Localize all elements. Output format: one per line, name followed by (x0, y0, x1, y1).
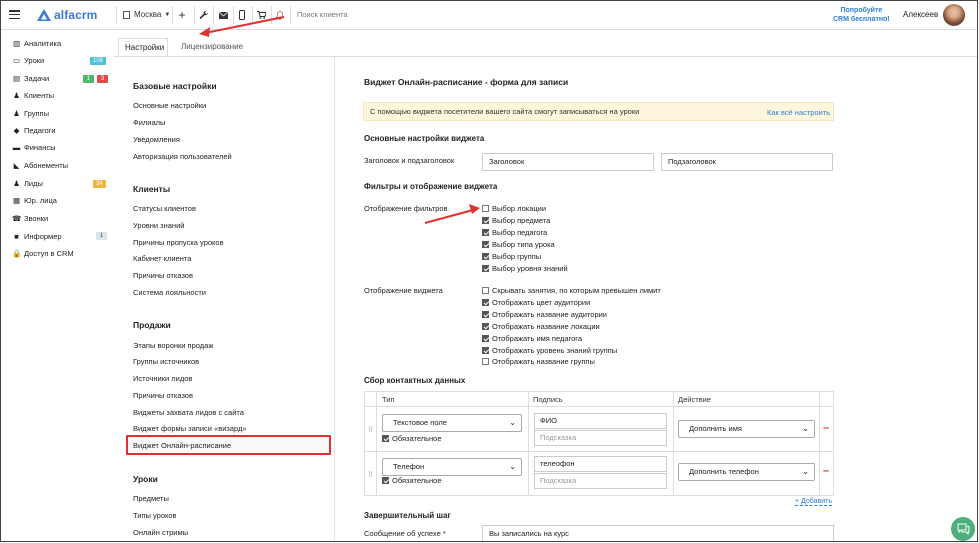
app-window: alfacrm Москва ▼ + Поиск клиента Попробу… (0, 0, 978, 542)
arrow-to-settings-icon (199, 16, 285, 37)
arrow-to-location-filter (424, 204, 480, 224)
annotation-arrows (199, 16, 480, 224)
